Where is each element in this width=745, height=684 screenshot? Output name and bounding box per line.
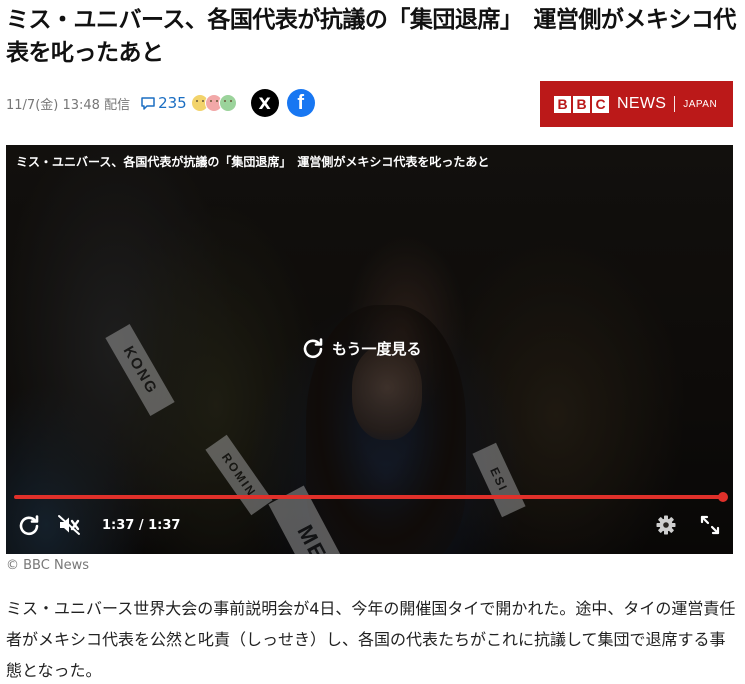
replay-button[interactable]: もう一度見る — [302, 337, 422, 359]
reaction-face-icon — [218, 94, 237, 112]
video-title: ミス・ユニバース、各国代表が抗議の「集団退席」 運営側がメキシコ代表を叱ったあと — [16, 155, 490, 169]
bbc-news-japan-logo[interactable]: B B C NEWS JAPAN — [540, 81, 733, 127]
progress-bar[interactable] — [14, 492, 728, 502]
mute-icon — [58, 515, 80, 535]
comment-count-link[interactable]: 235 — [140, 94, 187, 112]
settings-button[interactable] — [651, 511, 681, 539]
comment-icon — [141, 97, 155, 110]
video-controls: 1:37 / 1:37 — [14, 511, 725, 539]
video-player[interactable]: KONG ROMIN ESI MEXICO ミス・ユニバース、各国代表が抗議の「… — [6, 145, 733, 554]
bbc-news-wordmark: NEWS — [617, 95, 667, 112]
replay-icon — [303, 338, 323, 359]
bbc-block-b1: B — [554, 95, 571, 113]
reaction-faces[interactable] — [190, 94, 237, 112]
logo-divider — [674, 96, 676, 112]
fullscreen-icon — [700, 515, 720, 535]
bbc-block-c: C — [592, 95, 609, 113]
progress-scrubber[interactable] — [718, 492, 728, 502]
article-page: ミス・ユニバース、各国代表が抗議の「集団退席」 運営側がメキシコ代表を叱ったあと… — [0, 0, 745, 684]
mute-button[interactable] — [54, 511, 84, 539]
share-facebook-button[interactable]: f — [286, 89, 315, 117]
video-credit: © BBC News — [6, 558, 90, 573]
control-replay-button[interactable] — [14, 511, 44, 539]
fullscreen-button[interactable] — [695, 511, 725, 539]
article-headline: ミス・ユニバース、各国代表が抗議の「集団退席」 運営側がメキシコ代表を叱ったあと — [6, 7, 736, 66]
replay-label: もう一度見る — [332, 339, 422, 358]
playback-time: 1:37 / 1:37 — [102, 517, 181, 533]
bbc-block-b2: B — [573, 95, 590, 113]
replay-icon — [19, 515, 39, 536]
share-x-button[interactable]: X — [250, 89, 279, 117]
bbc-japan-wordmark: JAPAN — [683, 98, 718, 110]
gear-icon — [656, 515, 676, 535]
comment-count: 235 — [158, 94, 187, 112]
publish-date: 11/7(金) 13:48 配信 — [6, 97, 131, 113]
article-body: ミス・ユニバース世界大会の事前説明会が4日、今年の開催国タイで開かれた。途中、タ… — [6, 599, 736, 680]
bbc-blocks: B B C — [554, 95, 611, 113]
